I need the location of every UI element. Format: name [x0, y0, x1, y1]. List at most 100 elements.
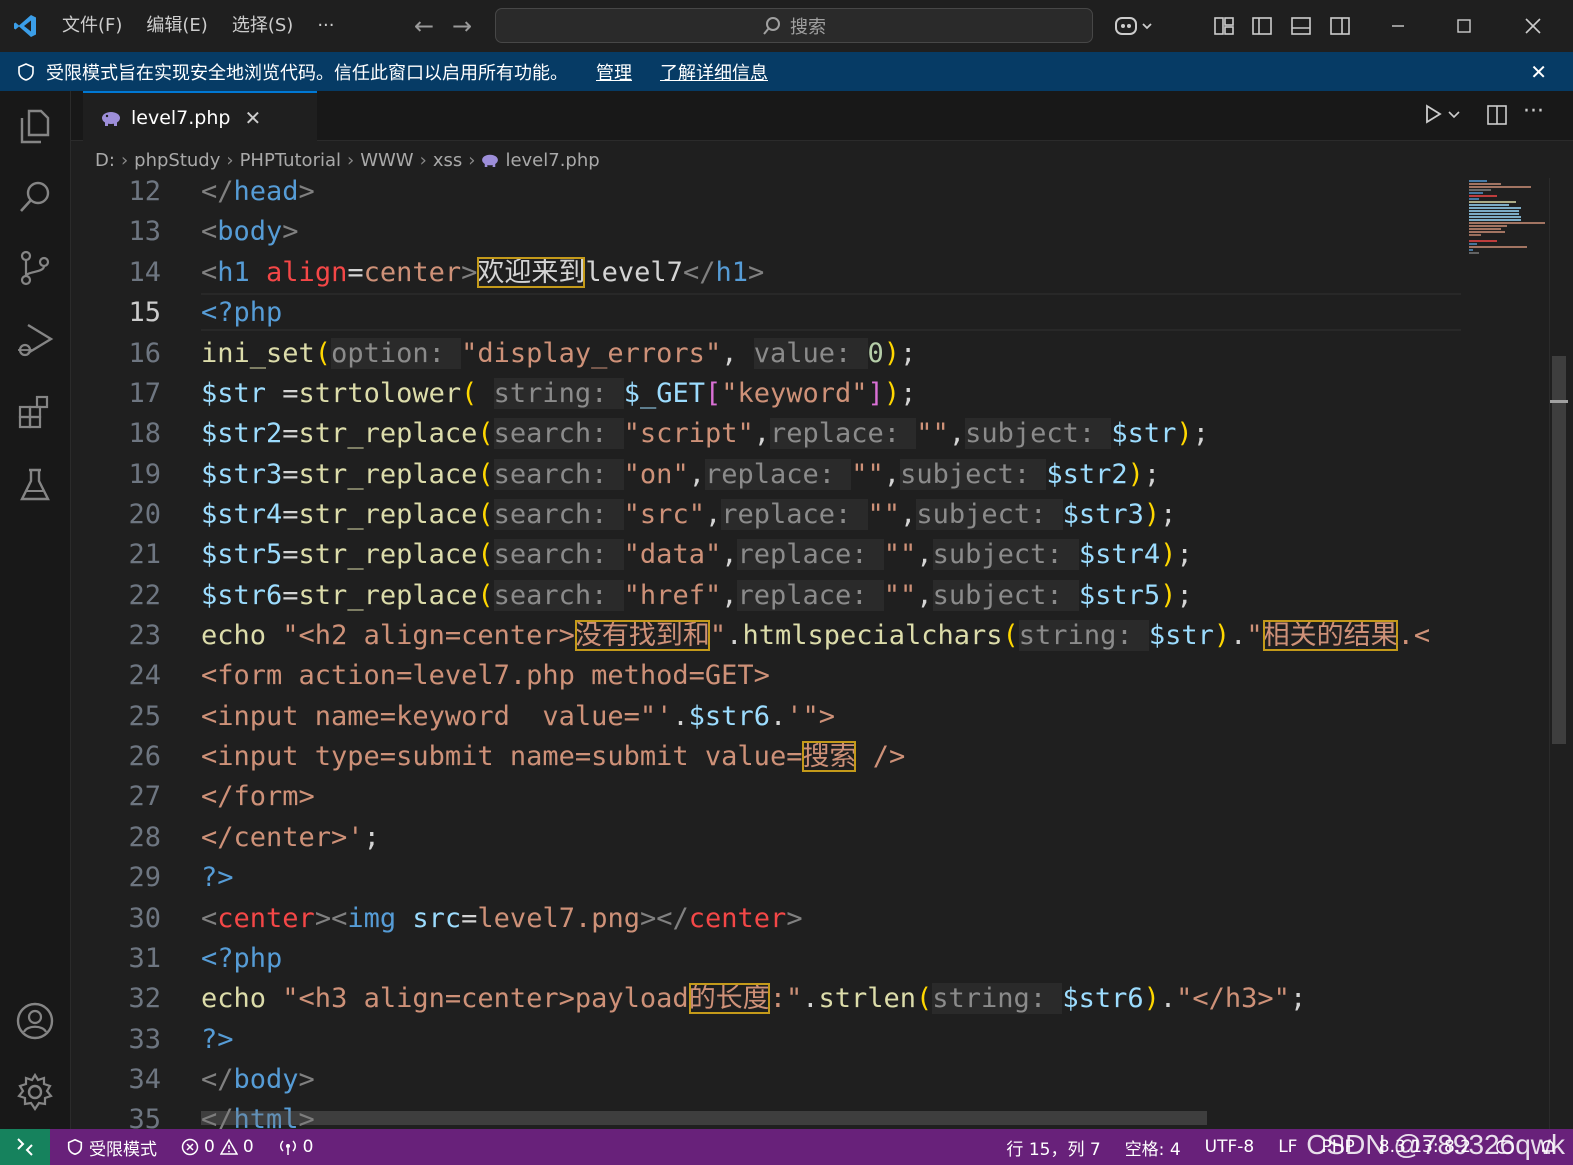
code-line: 34 </body>: [128, 1064, 315, 1095]
code-line: 26 <input type=submit name=submit value=搜…: [128, 741, 906, 772]
code-line: 31 <?php: [128, 943, 283, 974]
banner-learn-more-link[interactable]: 了解详细信息: [660, 59, 768, 85]
forward-arrow-icon[interactable]: →: [443, 12, 481, 40]
code-line: 13 <body>: [128, 216, 299, 247]
code-line: 25 <input name=keyword value="'.$str6.'">: [128, 701, 835, 732]
vscode-window: 文件(F) 编辑(E) 选择(S) ··· ← → 搜索 受限模式旨在实现安全地…: [0, 0, 1573, 1165]
chevron-right-icon: ›: [226, 149, 234, 171]
close-icon[interactable]: [1510, 0, 1556, 52]
search-view-icon[interactable]: [14, 176, 56, 218]
code-line: 14 <h1 align=center>欢迎来到level7</h1>: [128, 257, 765, 288]
code-line: 28 </center>';: [128, 822, 380, 853]
breadcrumb: D: › phpStudy › PHPTutorial › WWW › xss › lev…: [95, 147, 600, 173]
vertical-scrollbar-thumb[interactable]: [1552, 356, 1566, 744]
code-editor[interactable]: 12 </head> 13 <body> 14 <h1 align=center>欢迎…: [71, 178, 1461, 1129]
layout-icon[interactable]: [1205, 0, 1243, 52]
menu-edit[interactable]: 编辑(E): [134, 0, 219, 52]
ports-count: 0: [302, 1137, 314, 1157]
ports-status[interactable]: 0: [266, 1137, 326, 1157]
accounts-icon[interactable]: [14, 1000, 56, 1042]
restricted-mode-label: 受限模式: [89, 1139, 157, 1160]
chevron-right-icon: ›: [120, 149, 129, 171]
toggle-panel-icon[interactable]: [1282, 0, 1320, 52]
cursor-position-marker: [1550, 400, 1568, 403]
restricted-mode-banner: 受限模式旨在实现安全地浏览代码。信任此窗口以启用所有功能。 管理 了解详细信息 …: [0, 52, 1573, 91]
cursor-position[interactable]: 行 15，列 7: [994, 1135, 1112, 1160]
csdn-watermark: CSDN @789326qwk: [1306, 1129, 1565, 1160]
copilot-icon[interactable]: [1108, 0, 1158, 52]
breadcrumb-www[interactable]: WWW: [360, 150, 413, 171]
breadcrumb-drive[interactable]: D:: [95, 150, 115, 171]
error-icon: [181, 1138, 199, 1156]
chevron-right-icon: ›: [347, 149, 355, 171]
play-icon: [1426, 104, 1442, 124]
banner-close-button[interactable]: ✕: [1530, 60, 1547, 84]
error-count: 0: [204, 1137, 215, 1157]
banner-manage-link[interactable]: 管理: [596, 59, 632, 85]
toggle-secondary-sidebar-icon[interactable]: [1321, 0, 1359, 52]
tab-level7-php[interactable]: level7.php ✕: [83, 91, 317, 142]
testing-icon[interactable]: [14, 464, 56, 506]
code-line: 16 ini_set(option: "display_errors", valu…: [128, 338, 917, 369]
breadcrumb-xss[interactable]: xss: [433, 150, 462, 171]
code-line: 32 echo "<h3 align=center>payload的长度:".st…: [128, 983, 1307, 1014]
broadcast-icon: [279, 1140, 296, 1155]
vscode-logo-icon: [0, 0, 50, 52]
code-line: 15 <?php: [128, 297, 283, 328]
code-line: 21 $str5=str_replace(search: "data",repla…: [128, 539, 1193, 570]
end-of-line[interactable]: LF: [1266, 1137, 1309, 1157]
code-line: 17 $str =strtolower( string: $_GET["keywo…: [128, 378, 917, 409]
code-line: 27 </form>: [128, 781, 315, 812]
code-line: 23 echo "<h2 align=center>没有找到和".htmlspec…: [128, 620, 1431, 651]
code-line: 33 ?>: [128, 1024, 234, 1055]
toggle-sidebar-icon[interactable]: [1243, 0, 1281, 52]
code-line: 20 $str4=str_replace(search: "src",replac…: [128, 499, 1177, 530]
encoding[interactable]: UTF-8: [1193, 1137, 1267, 1157]
minimap[interactable]: [1461, 178, 1549, 1129]
code-line: 30 <center><img src=level7.png></center>: [128, 903, 803, 934]
breadcrumb-phptutorial[interactable]: PHPTutorial: [240, 150, 341, 171]
split-editor-icon[interactable]: [1486, 104, 1508, 130]
search-placeholder: 搜索: [790, 16, 826, 38]
menu-more[interactable]: ···: [305, 0, 346, 52]
maximize-icon[interactable]: [1441, 0, 1487, 52]
tab-label: level7.php: [131, 106, 231, 129]
menu-selection[interactable]: 选择(S): [220, 0, 305, 52]
remote-indicator[interactable]: [0, 1129, 50, 1165]
menu-file[interactable]: 文件(F): [50, 0, 134, 52]
run-file-button[interactable]: [1423, 103, 1461, 125]
restricted-mode-status[interactable]: 受限模式: [54, 1135, 169, 1160]
source-control-icon[interactable]: [14, 247, 56, 289]
settings-gear-icon[interactable]: [14, 1071, 56, 1113]
breadcrumb-phpstudy[interactable]: phpStudy: [134, 150, 220, 171]
code-line: 22 $str6=str_replace(search: "href",repla…: [128, 580, 1193, 611]
code-line: 24 <form action=level7.php method=GET>: [128, 660, 770, 691]
breadcrumb-file[interactable]: level7.php: [505, 150, 599, 171]
minimize-icon[interactable]: [1375, 0, 1421, 52]
tab-close-button[interactable]: ✕: [244, 106, 261, 130]
problems-status[interactable]: 0 0: [169, 1137, 266, 1157]
editor-tab-bar: level7.php ✕ ···: [71, 91, 1573, 142]
back-arrow-icon[interactable]: ←: [405, 12, 443, 40]
remote-icon: [17, 1138, 33, 1156]
code-line: 19 $str3=str_replace(search: "on",replace…: [128, 459, 1161, 490]
chevron-right-icon: ›: [419, 149, 427, 171]
shield-icon: [16, 62, 36, 82]
title-bar: 文件(F) 编辑(E) 选择(S) ··· ← → 搜索: [0, 0, 1573, 52]
warning-icon: [219, 1138, 238, 1155]
extensions-icon[interactable]: [14, 391, 56, 433]
warning-count: 0: [242, 1137, 254, 1157]
vertical-scrollbar[interactable]: [1549, 178, 1568, 1129]
horizontal-scrollbar-thumb[interactable]: [201, 1111, 1207, 1125]
code-line: 18 $str2=str_replace(search: "script",rep…: [128, 418, 1209, 449]
command-center-search[interactable]: 搜索: [495, 8, 1093, 43]
shield-icon: [67, 1138, 83, 1156]
search-icon: [763, 16, 780, 35]
code-line: 12 </head>: [128, 178, 315, 207]
chevron-down-icon: [1448, 111, 1460, 119]
run-debug-icon[interactable]: [14, 319, 56, 361]
explorer-icon[interactable]: [14, 105, 56, 147]
indentation[interactable]: 空格: 4: [1113, 1135, 1193, 1160]
more-actions-icon[interactable]: ···: [1523, 99, 1544, 124]
code-line: 29 ?>: [128, 862, 234, 893]
